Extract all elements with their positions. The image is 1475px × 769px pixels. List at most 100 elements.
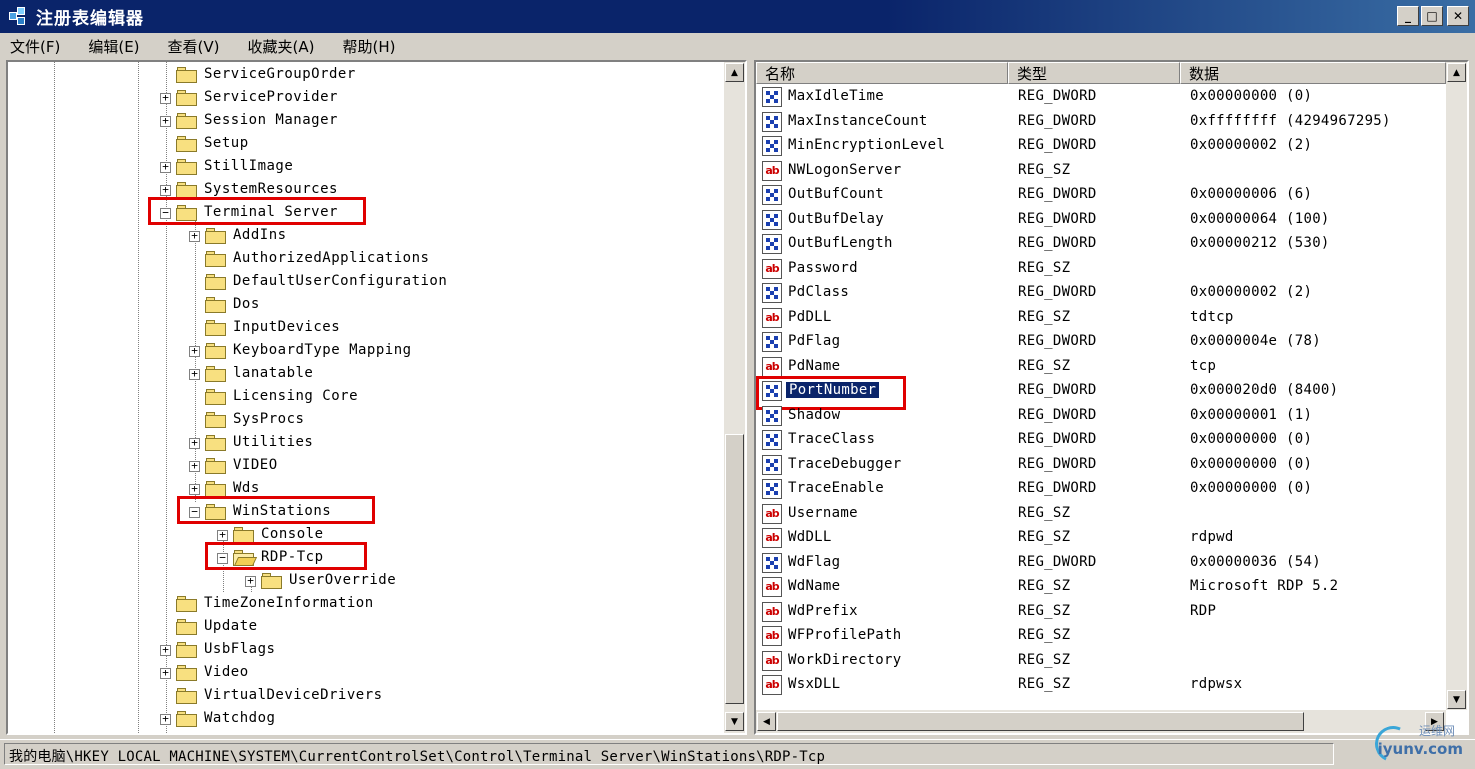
tree-item-label: SysProcs <box>233 411 305 427</box>
value-row[interactable]: ab PdName REG_SZ tcp <box>756 355 1446 379</box>
tree-item[interactable]: Update <box>8 616 724 639</box>
value-row[interactable]: ab WsxDLL REG_SZ rdpwsx <box>756 673 1446 697</box>
value-row[interactable]: ab NWLogonServer REG_SZ <box>756 159 1446 183</box>
value-row[interactable]: Shadow REG_DWORD 0x00000001 (1) <box>756 404 1446 428</box>
close-button[interactable]: ✕ <box>1447 6 1469 26</box>
scroll-up-button[interactable]: ▲ <box>725 63 744 82</box>
expand-icon[interactable]: + <box>189 483 200 495</box>
values-pane[interactable]: 名称 类型 数据 MaxIdleTime REG_DWORD 0x00000000 … <box>754 60 1469 735</box>
tree-pane[interactable]: ServiceGroupOrder + ServiceProvider + Sessio… <box>6 60 747 735</box>
tree-item[interactable]: − WinStations <box>8 496 724 524</box>
value-type: REG_DWORD <box>1018 455 1097 472</box>
tree-item[interactable]: + Watchdog <box>8 708 724 731</box>
value-row[interactable]: PortNumber REG_DWORD 0x000020d0 (8400) <box>756 376 1446 410</box>
value-row[interactable]: ab WdPrefix REG_SZ RDP <box>756 600 1446 624</box>
list-scroll-left-button[interactable]: ◀ <box>757 712 776 731</box>
value-row[interactable]: PdFlag REG_DWORD 0x0000004e (78) <box>756 330 1446 354</box>
tree-item[interactable]: + StillImage <box>8 156 724 179</box>
value-row[interactable]: ab Username REG_SZ <box>756 502 1446 526</box>
tree-item[interactable]: + Session Manager <box>8 110 724 133</box>
value-row[interactable]: OutBufLength REG_DWORD 0x00000212 (530) <box>756 232 1446 256</box>
menu-view[interactable]: 查看(V) <box>164 36 224 57</box>
expand-icon[interactable]: + <box>160 115 171 127</box>
value-row[interactable]: PdClass REG_DWORD 0x00000002 (2) <box>756 281 1446 305</box>
expand-icon[interactable]: + <box>160 713 171 725</box>
value-row[interactable]: ab Password REG_SZ <box>756 257 1446 281</box>
tree-item[interactable]: ServiceGroupOrder <box>8 64 724 87</box>
list-hscroll-thumb[interactable] <box>777 712 1304 731</box>
list-horizontal-scrollbar[interactable]: ◀ ▶ <box>756 710 1446 733</box>
menu-edit[interactable]: 编辑(E) <box>84 36 143 57</box>
tree-item[interactable]: − RDP-Tcp <box>8 542 724 570</box>
value-type: REG_DWORD <box>1018 186 1097 202</box>
scroll-down-button[interactable]: ▼ <box>725 712 744 731</box>
tree-item[interactable]: DefaultUserConfiguration <box>8 271 724 294</box>
expand-icon[interactable]: + <box>160 92 171 104</box>
title-bar[interactable]: 注册表编辑器 _ □ ✕ <box>0 0 1475 33</box>
maximize-button[interactable]: □ <box>1421 6 1443 26</box>
tree-item[interactable]: + lanatable <box>8 363 724 386</box>
minimize-button[interactable]: _ <box>1397 6 1419 26</box>
value-name: TraceEnable <box>788 480 885 496</box>
tree-item[interactable]: + KeyboardType Mapping <box>8 340 724 363</box>
values-list[interactable]: MaxIdleTime REG_DWORD 0x00000000 (0) MaxIns… <box>756 85 1446 710</box>
tree-item[interactable]: + UserOverride <box>8 570 724 593</box>
tree-item[interactable]: Licensing Core <box>8 386 724 409</box>
expand-icon[interactable]: + <box>160 644 171 656</box>
value-row[interactable]: MinEncryptionLevel REG_DWORD 0x00000002 (2… <box>756 134 1446 158</box>
tree-item[interactable]: + Video <box>8 662 724 685</box>
expand-icon[interactable]: + <box>189 437 200 449</box>
tree-scrollbar[interactable]: ▲ ▼ <box>724 62 745 733</box>
tree-item[interactable]: AuthorizedApplications <box>8 248 724 271</box>
value-row[interactable]: ab WFProfilePath REG_SZ <box>756 624 1446 648</box>
list-scroll-down-button[interactable]: ▼ <box>1447 690 1466 709</box>
value-row[interactable]: OutBufDelay REG_DWORD 0x00000064 (100) <box>756 208 1446 232</box>
expand-icon[interactable]: + <box>160 667 171 679</box>
expand-icon[interactable]: + <box>189 230 200 242</box>
expand-icon[interactable]: + <box>189 345 200 357</box>
tree-item[interactable]: InputDevices <box>8 317 724 340</box>
value-row[interactable]: MaxIdleTime REG_DWORD 0x00000000 (0) <box>756 85 1446 109</box>
expand-icon[interactable]: + <box>189 460 200 472</box>
tree-item[interactable]: Setup <box>8 133 724 156</box>
value-row[interactable]: ab WdDLL REG_SZ rdpwd <box>756 526 1446 550</box>
value-row[interactable]: ab PdDLL REG_SZ tdtcp <box>756 306 1446 330</box>
menu-favorites[interactable]: 收藏夹(A) <box>244 36 319 57</box>
tree-item[interactable]: + SystemResources <box>8 179 724 202</box>
tree-item[interactable]: VirtualDeviceDrivers <box>8 685 724 708</box>
list-vertical-scrollbar[interactable]: ▲ ▼ <box>1446 62 1467 710</box>
column-header-name[interactable]: 名称 <box>756 62 1008 84</box>
expand-icon[interactable]: + <box>189 368 200 380</box>
menu-file[interactable]: 文件(F) <box>6 36 64 57</box>
value-row[interactable]: MaxInstanceCount REG_DWORD 0xffffffff (429… <box>756 110 1446 134</box>
scroll-thumb[interactable] <box>725 434 744 704</box>
value-row[interactable]: TraceClass REG_DWORD 0x00000000 (0) <box>756 428 1446 452</box>
tree-item[interactable]: + UsbFlags <box>8 639 724 662</box>
expand-icon[interactable]: + <box>160 161 171 173</box>
value-name: WorkDirectory <box>788 651 902 668</box>
tree-item[interactable]: Dos <box>8 294 724 317</box>
tree-item[interactable]: + Utilities <box>8 432 724 455</box>
expand-icon[interactable]: + <box>245 575 256 587</box>
expand-icon[interactable]: + <box>217 529 228 541</box>
value-row[interactable]: ab WorkDirectory REG_SZ <box>756 649 1446 673</box>
tree-item[interactable]: + ServiceProvider <box>8 87 724 110</box>
value-row[interactable]: WdFlag REG_DWORD 0x00000036 (54) <box>756 551 1446 575</box>
column-header-data[interactable]: 数据 <box>1180 62 1446 84</box>
column-header-type[interactable]: 类型 <box>1008 62 1180 84</box>
tree-item[interactable]: SysProcs <box>8 409 724 432</box>
tree-item[interactable]: + AddIns <box>8 225 724 248</box>
value-row[interactable]: TraceDebugger REG_DWORD 0x00000000 (0) <box>756 453 1446 477</box>
value-row[interactable]: OutBufCount REG_DWORD 0x00000006 (6) <box>756 183 1446 207</box>
value-row[interactable]: ab WdName REG_SZ Microsoft RDP 5.2 <box>756 575 1446 599</box>
menu-help[interactable]: 帮助(H) <box>338 36 399 57</box>
value-row[interactable]: TraceEnable REG_DWORD 0x00000000 (0) <box>756 477 1446 501</box>
list-scroll-up-button[interactable]: ▲ <box>1447 63 1466 82</box>
expand-icon[interactable]: + <box>160 184 171 196</box>
registry-tree[interactable]: ServiceGroupOrder + ServiceProvider + Sessio… <box>8 62 724 733</box>
value-type: REG_DWORD <box>1018 235 1097 251</box>
tree-item-label: Dos <box>233 296 260 312</box>
tree-item[interactable]: − Terminal Server <box>8 197 724 225</box>
tree-item[interactable]: + VIDEO <box>8 455 724 478</box>
tree-item[interactable]: TimeZoneInformation <box>8 593 724 616</box>
